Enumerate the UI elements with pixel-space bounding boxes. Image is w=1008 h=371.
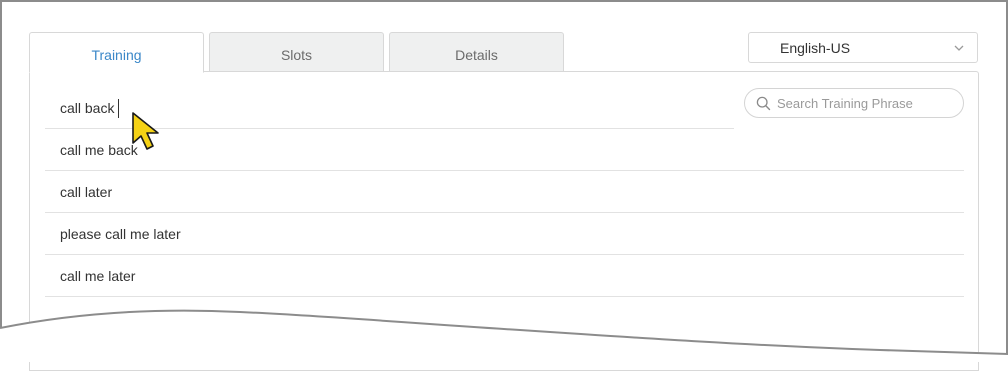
mouse-pointer-icon (132, 112, 159, 150)
tab-training[interactable]: Training (29, 32, 204, 73)
phrase-text: call later (60, 184, 113, 200)
text-caret (118, 99, 119, 118)
language-select[interactable]: English-US (748, 32, 978, 63)
tab-details[interactable]: Details (389, 32, 564, 72)
phrase-list-item[interactable]: call later (45, 171, 964, 213)
search-icon (756, 96, 771, 111)
torn-edge (0, 309, 1008, 362)
phrase-text: call me later (60, 268, 136, 284)
search-input[interactable] (777, 93, 955, 113)
phrase-list-item[interactable]: call me back (45, 129, 964, 171)
phrase-text: call me back (60, 142, 138, 158)
phrase-text: please call me later (60, 226, 181, 242)
search-training-phrase[interactable] (744, 88, 964, 118)
phrase-list-item[interactable]: please call me later (45, 213, 964, 255)
language-select-value: English-US (780, 40, 851, 56)
chevron-down-icon (954, 45, 964, 51)
tab-slots[interactable]: Slots (209, 32, 384, 72)
